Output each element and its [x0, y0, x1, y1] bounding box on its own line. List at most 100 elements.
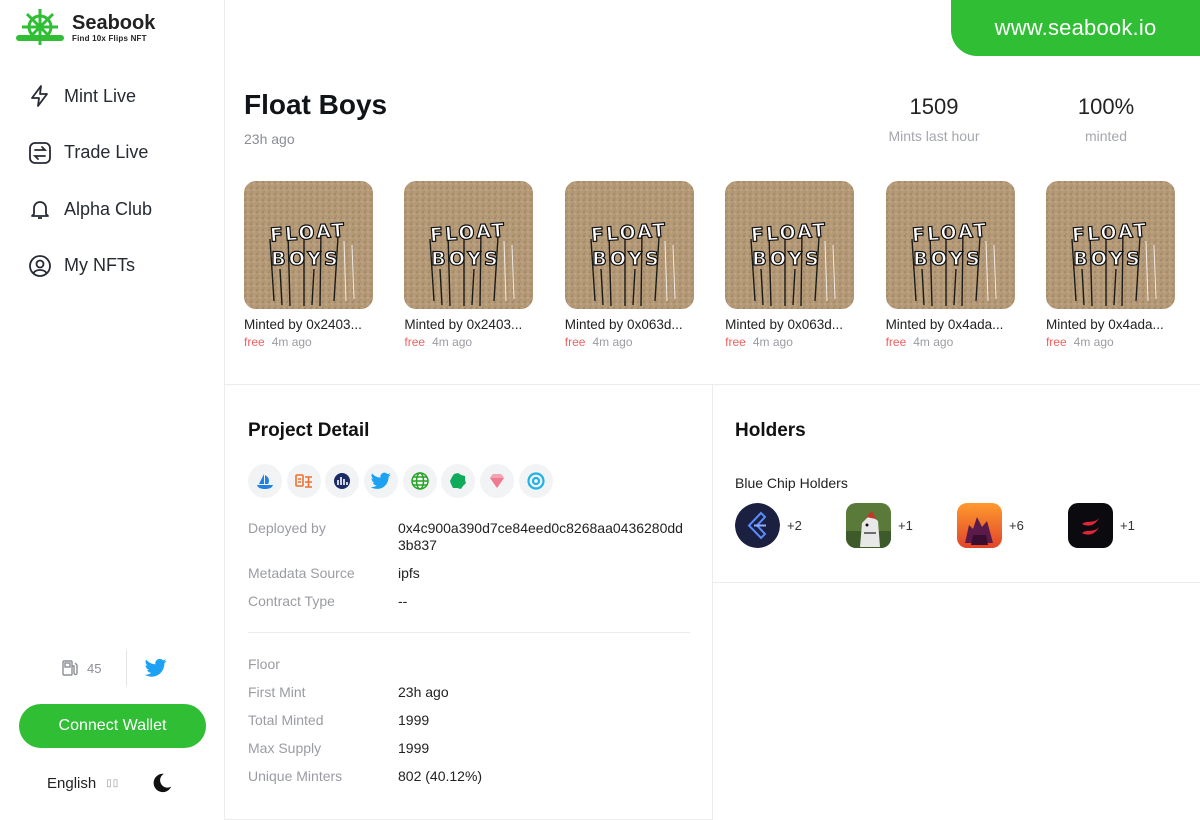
- mint-price: free: [404, 335, 426, 349]
- opensea-icon: [257, 474, 273, 489]
- project-title: Float Boys: [244, 89, 388, 120]
- mint-card[interactable]: Minted by 0x2403... free 4m ago: [244, 181, 373, 349]
- x2y2-link[interactable]: [325, 464, 360, 498]
- gas-pump-icon: [62, 660, 78, 676]
- holder-count: +1: [898, 518, 913, 533]
- lightning-icon: [31, 85, 48, 107]
- detail-key: Deployed by: [248, 520, 326, 536]
- moon-icon[interactable]: [151, 772, 173, 794]
- detail-row-unique-minters: Unique Minters 802 (40.12%): [248, 768, 690, 785]
- bell-icon: [31, 201, 49, 219]
- divider: [126, 650, 127, 686]
- holder-collection[interactable]: +1: [1068, 503, 1179, 548]
- user-circle-icon: [29, 254, 51, 277]
- diamond-link[interactable]: [480, 464, 515, 498]
- mint-card[interactable]: Minted by 0x4ada... free 4m ago: [885, 181, 1015, 349]
- holder-collection[interactable]: +6: [957, 503, 1068, 548]
- mint-time: 4m ago: [592, 335, 633, 349]
- detail-key: Total Minted: [248, 712, 324, 728]
- stat-mints-last-hour: 1509 Mints last hour: [870, 94, 998, 144]
- detail-row-contract-type: Contract Type --: [248, 593, 690, 610]
- holder-count: +1: [1120, 518, 1135, 533]
- nav-item-mint-live[interactable]: Mint Live: [28, 82, 152, 110]
- detail-value: --: [398, 593, 408, 609]
- language-icon: ▯▯: [106, 778, 120, 789]
- detail-key: Max Supply: [248, 740, 322, 756]
- nft-image: [564, 181, 694, 309]
- brand-tagline: Find 10x Flips NFT: [72, 33, 147, 43]
- gem-link[interactable]: [441, 464, 476, 498]
- language-selector[interactable]: English ▯▯: [47, 775, 119, 792]
- nav-item-trade-live[interactable]: Trade Live: [28, 139, 152, 167]
- nft-thumbnail[interactable]: [885, 181, 1015, 309]
- detail-row-deployer: Deployed by 0x4c900a390d7ce84eed0c8268aa…: [248, 520, 690, 554]
- nft-thumbnail[interactable]: [404, 181, 534, 309]
- detail-key: Contract Type: [248, 593, 335, 609]
- detail-row-total-minted: Total Minted 1999: [248, 712, 690, 729]
- detail-key: Floor: [248, 656, 280, 672]
- detail-value: ipfs: [398, 565, 420, 581]
- blue-chip-holders-label: Blue Chip Holders: [735, 475, 848, 491]
- detail-key: Metadata Source: [248, 565, 355, 581]
- detail-value: 23h ago: [398, 684, 449, 700]
- minter-address: Minted by 0x2403...: [244, 317, 362, 332]
- nft-thumbnail[interactable]: [1045, 181, 1175, 309]
- project-detail-list: Deployed by 0x4c900a390d7ce84eed0c8268aa…: [248, 520, 690, 621]
- mint-price: free: [244, 335, 265, 349]
- social-links: [248, 464, 558, 498]
- collection-avatar: [735, 503, 780, 548]
- logo[interactable]: Seabook Find 10x Flips NFT: [14, 7, 155, 47]
- nft-image: [244, 181, 373, 309]
- detail-value: 1999: [398, 712, 430, 728]
- nft-thumbnail[interactable]: [725, 181, 855, 309]
- collection-logo: [957, 503, 1002, 548]
- mint-price: free: [725, 335, 746, 349]
- mint-card[interactable]: Minted by 0x063d... free 4m ago: [725, 181, 855, 349]
- stat-label: minted: [1084, 128, 1128, 144]
- detail-key: Unique Minters: [248, 768, 343, 784]
- holder-collection[interactable]: +2: [735, 503, 846, 548]
- connect-wallet-button[interactable]: Connect Wallet: [19, 704, 206, 748]
- holder-collection[interactable]: +1: [846, 503, 957, 548]
- opensea-link[interactable]: [248, 464, 282, 498]
- looksrare-link[interactable]: [286, 464, 321, 498]
- collection-logo: [1068, 503, 1113, 548]
- deployer-address[interactable]: 0x4c900a390d7ce84eed0c8268aa0436280dd3b8…: [398, 520, 688, 554]
- mint-card[interactable]: Minted by 0x2403... free 4m ago: [404, 181, 534, 349]
- divider: [248, 632, 690, 633]
- recent-mints: Minted by 0x2403... free 4m ago Minted by…: [244, 181, 1200, 349]
- nft-thumbnail[interactable]: [564, 181, 694, 309]
- divider: [712, 384, 713, 820]
- mint-card[interactable]: Minted by 0x4ada... free 4m ago: [1045, 181, 1175, 349]
- site-url-banner[interactable]: www.seabook.io: [951, 0, 1200, 56]
- website-link[interactable]: [402, 464, 437, 498]
- etherscan-icon: [527, 472, 545, 490]
- collection-logo: [735, 503, 780, 548]
- mint-card[interactable]: Minted by 0x063d... free 4m ago: [564, 181, 694, 349]
- diamond-icon: [490, 474, 505, 488]
- mint-price: free: [564, 335, 586, 349]
- collection-logo: [846, 503, 891, 548]
- nav-item-label: Alpha Club: [64, 198, 153, 219]
- twitter-link[interactable]: [364, 464, 399, 498]
- holder-count: +6: [1009, 518, 1024, 533]
- twitter-icon[interactable]: [145, 658, 167, 678]
- project-detail-title: Project Detail: [248, 420, 370, 441]
- nav-item-my-nfts[interactable]: My NFTs: [28, 252, 152, 280]
- minter-address: Minted by 0x2403...: [404, 317, 523, 332]
- etherscan-link[interactable]: [518, 464, 553, 498]
- mint-price: free: [885, 335, 907, 349]
- twitter-icon: [371, 472, 391, 489]
- minter-address: Minted by 0x063d...: [725, 317, 843, 332]
- collection-avatar: [957, 503, 1002, 548]
- nft-image: [1045, 181, 1175, 309]
- project-age: 23h ago: [244, 131, 295, 147]
- mint-price: free: [1045, 335, 1067, 349]
- nav-item-alpha-club[interactable]: Alpha Club: [28, 195, 152, 223]
- main-nav: Mint Live Trade Live Alpha Club My NFTs: [28, 82, 152, 308]
- divider: [713, 582, 1200, 583]
- nft-thumbnail[interactable]: [244, 181, 373, 309]
- detail-row-floor: Floor: [248, 656, 690, 673]
- holder-count: +2: [787, 518, 802, 533]
- language-label: English: [47, 775, 97, 792]
